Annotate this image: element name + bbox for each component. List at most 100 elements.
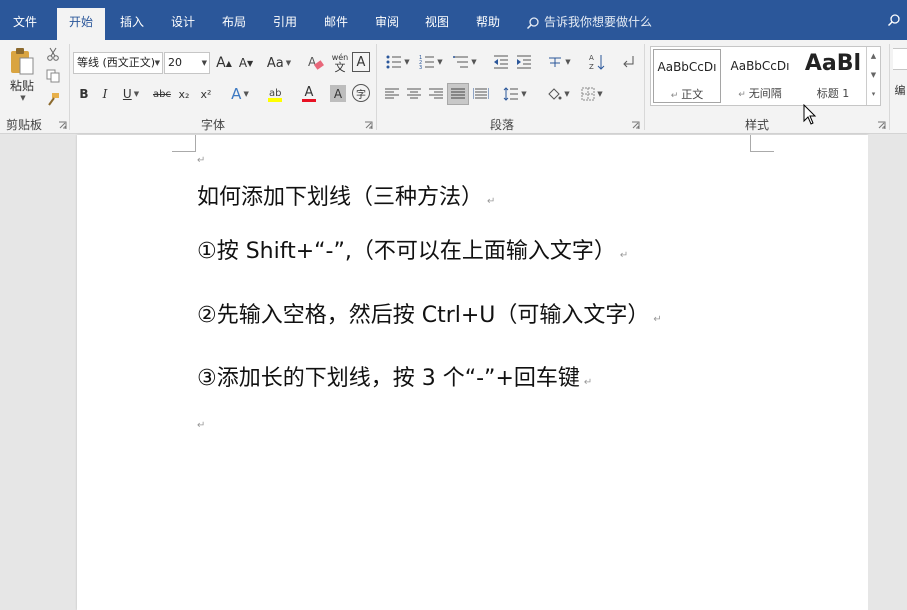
paragraph-mark: ↵ bbox=[583, 377, 593, 388]
gallery-scroll[interactable]: ▲ ▼ ▾ bbox=[866, 47, 880, 105]
tab-insert[interactable]: 插入 bbox=[108, 8, 156, 40]
grow-font-button[interactable]: A ▲ bbox=[214, 52, 234, 74]
asian-layout-button[interactable]: ▼ bbox=[544, 52, 574, 72]
multilevel-list-button[interactable]: ▼ bbox=[450, 52, 480, 72]
tab-layout[interactable]: 布局 bbox=[211, 8, 257, 40]
font-color-button[interactable]: A bbox=[295, 84, 323, 104]
subscript-button[interactable]: x₂ bbox=[175, 84, 193, 104]
justify-button[interactable] bbox=[447, 83, 469, 105]
tab-references[interactable]: 引用 bbox=[262, 8, 308, 40]
superscript-button[interactable]: x² bbox=[197, 84, 215, 104]
svg-text:Z: Z bbox=[589, 63, 594, 71]
font-launcher-icon[interactable] bbox=[364, 121, 373, 130]
font-name-value: 等线 (西文正文) bbox=[77, 56, 156, 69]
paragraph-mark: ↵ bbox=[653, 314, 662, 325]
show-marks-button[interactable] bbox=[618, 52, 638, 72]
font-color-swatch bbox=[302, 99, 316, 102]
tell-me-box[interactable]: 告诉我你想要做什么 bbox=[526, 12, 652, 32]
mouse-pointer-icon bbox=[803, 104, 817, 125]
document-line[interactable]: ③添加长的下划线，按 3 个“-”+回车键 ↵ bbox=[197, 360, 592, 392]
ribbon: 粘贴 ▼ 剪贴板 等线 (西文正文) ▼ 20 ▼ A ▲ A ▼ Aa ▼ A wén … bbox=[0, 40, 907, 134]
clipboard-group-label: 剪贴板 bbox=[6, 118, 43, 132]
borders-button[interactable]: ▼ bbox=[577, 84, 607, 104]
sort-button[interactable]: AZ bbox=[587, 50, 607, 74]
font-size-box[interactable]: 20 ▼ bbox=[164, 52, 210, 74]
editing-label: 编 bbox=[894, 84, 906, 97]
paste-icon bbox=[11, 47, 34, 74]
tab-review[interactable]: 审阅 bbox=[364, 8, 410, 40]
user-search-icon[interactable] bbox=[887, 13, 901, 30]
document-line[interactable]: 如何添加下划线（三种方法） ↵ bbox=[197, 179, 495, 211]
highlight-button[interactable]: ab bbox=[259, 84, 291, 104]
more-styles-icon[interactable]: ▾ bbox=[867, 85, 880, 104]
underline-button[interactable]: U ▼ bbox=[117, 84, 145, 104]
decrease-indent-button[interactable] bbox=[491, 52, 511, 72]
character-shading-button[interactable]: A bbox=[330, 85, 346, 102]
enclose-characters-button[interactable]: 字 bbox=[352, 84, 370, 102]
bold-button[interactable]: B bbox=[76, 84, 92, 104]
svg-text:3: 3 bbox=[419, 65, 422, 69]
tab-file[interactable]: 文件 bbox=[0, 8, 50, 40]
chevron-down-icon[interactable]: ▼ bbox=[867, 66, 880, 85]
chevron-down-icon: ▼ bbox=[201, 59, 207, 67]
align-right-button[interactable] bbox=[426, 84, 446, 104]
tab-home[interactable]: 开始 bbox=[57, 8, 105, 40]
document-line[interactable]: ②先输入空格，然后按 Ctrl+U（可输入文字） ↵ bbox=[197, 297, 662, 329]
style-no-spacing[interactable]: AaBbCcDı ↵ 无间隔 bbox=[725, 49, 795, 103]
styles-launcher-icon[interactable] bbox=[877, 121, 886, 130]
underline-icon: U bbox=[122, 87, 132, 101]
tab-view[interactable]: 视图 bbox=[414, 8, 460, 40]
paragraph-mark: ↵ bbox=[197, 155, 206, 166]
shading-button[interactable]: ▼ bbox=[543, 84, 573, 104]
align-right-icon bbox=[429, 88, 443, 99]
chevron-up-icon[interactable]: ▲ bbox=[867, 47, 880, 66]
bullets-button[interactable]: ▼ bbox=[383, 52, 413, 72]
italic-button[interactable]: I bbox=[97, 84, 113, 104]
copy-icon[interactable] bbox=[44, 67, 62, 85]
editing-button[interactable]: 编 bbox=[893, 46, 907, 106]
change-case-button[interactable]: Aa ▼ bbox=[263, 52, 295, 74]
distributed-button[interactable] bbox=[471, 84, 491, 104]
phonetic-guide-button[interactable]: wén 文 bbox=[330, 50, 350, 76]
style-preview: AaBl bbox=[804, 51, 862, 76]
style-normal[interactable]: AaBbCcDı ↵ 正文 bbox=[653, 49, 721, 103]
vertical-scrollbar[interactable] bbox=[868, 135, 886, 610]
character-border-button[interactable]: A bbox=[352, 52, 370, 72]
style-preview: AaBbCcDı bbox=[657, 60, 717, 74]
pilcrow-icon bbox=[623, 56, 634, 68]
font-color-icon: A bbox=[304, 85, 314, 100]
clipboard-launcher-icon[interactable] bbox=[58, 121, 67, 130]
crop-mark-left bbox=[172, 135, 196, 152]
numbering-button[interactable]: 1 2 3 ▼ bbox=[416, 52, 446, 72]
tab-design[interactable]: 设计 bbox=[160, 8, 206, 40]
tell-me-text: 告诉我你想要做什么 bbox=[544, 15, 653, 29]
tab-mailings[interactable]: 邮件 bbox=[313, 8, 359, 40]
decrease-indent-icon bbox=[494, 55, 508, 69]
paste-button[interactable]: 粘贴 ▼ bbox=[6, 46, 38, 102]
align-left-button[interactable] bbox=[382, 84, 402, 104]
text-effects-button[interactable]: A ▼ bbox=[226, 84, 254, 104]
document-line[interactable]: ①按 Shift+“-”,（不可以在上面输入文字） ↵ bbox=[197, 233, 628, 265]
tab-help[interactable]: 帮助 bbox=[465, 8, 511, 40]
highlighter-icon: ab bbox=[268, 88, 282, 102]
find-icon bbox=[893, 48, 907, 70]
line-spacing-button[interactable]: ▼ bbox=[500, 84, 530, 104]
paragraph-launcher-icon[interactable] bbox=[631, 121, 640, 130]
shrink-font-button[interactable]: A ▼ bbox=[236, 52, 256, 74]
paragraph-mark: ↵ bbox=[619, 250, 629, 261]
align-center-button[interactable] bbox=[404, 84, 424, 104]
styles-group-label: 样式 bbox=[745, 118, 770, 132]
increase-indent-button[interactable] bbox=[514, 52, 534, 72]
separator bbox=[889, 44, 890, 130]
paragraph-mark: ↵ bbox=[487, 196, 496, 207]
cut-icon[interactable] bbox=[44, 45, 62, 63]
format-painter-icon[interactable] bbox=[44, 90, 62, 108]
font-name-box[interactable]: 等线 (西文正文) ▼ bbox=[73, 52, 163, 74]
style-heading-1[interactable]: AaBl 标题 1 bbox=[799, 49, 867, 103]
clear-formatting-button[interactable]: A bbox=[306, 52, 326, 74]
separator bbox=[376, 44, 377, 130]
strikethrough-button[interactable]: abc bbox=[150, 84, 174, 104]
asian-layout-icon bbox=[549, 57, 562, 67]
change-case-icon: Aa bbox=[266, 55, 284, 71]
svg-text:A: A bbox=[589, 54, 594, 62]
